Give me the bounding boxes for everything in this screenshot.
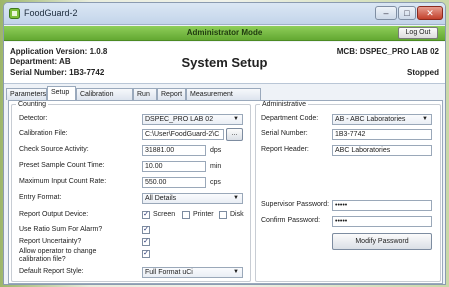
allow-change-label-2: calibration file?	[19, 256, 66, 263]
chevron-down-icon: ▼	[422, 116, 428, 122]
report-style-value: Full Format uCi	[145, 269, 193, 276]
app-window: FoodGuard-2 – □ ✕ Administrator Mode Log…	[3, 2, 446, 285]
supervisor-password-input[interactable]: •••••	[332, 200, 432, 211]
detector-value: DSPEC_PRO LAB 02	[145, 116, 214, 123]
tab-run[interactable]: Run	[133, 88, 157, 100]
window-title: FoodGuard-2	[24, 8, 78, 18]
check-source-label: Check Source Activity:	[19, 146, 89, 153]
tab-setup[interactable]: Setup	[47, 86, 76, 100]
dept-code-value: AB - ABC Laboratories	[335, 116, 406, 123]
report-device-label: Report Output Device:	[19, 211, 89, 218]
detector-label: Detector:	[19, 115, 48, 122]
max-count-rate-input[interactable]: 550.00	[142, 177, 206, 188]
close-button[interactable]: ✕	[417, 6, 443, 20]
chevron-down-icon: ▼	[233, 269, 239, 275]
report-style-label: Default Report Style:	[19, 268, 84, 275]
maximize-button[interactable]: □	[398, 6, 416, 20]
dept-code-label: Department Code:	[261, 115, 319, 122]
printer-checkbox[interactable]	[182, 211, 190, 219]
tab-report[interactable]: Report	[157, 88, 186, 100]
ratio-sum-checkbox[interactable]: ✓	[142, 226, 150, 234]
minimize-button[interactable]: –	[375, 6, 397, 20]
check-source-input[interactable]: 31881.00	[142, 145, 206, 156]
check-icon: ✓	[143, 226, 149, 233]
disk-label: Disk	[230, 211, 244, 218]
detector-dropdown[interactable]: DSPEC_PRO LAB 02 ▼	[142, 114, 243, 125]
confirm-password-label: Confirm Password:	[261, 217, 321, 224]
check-source-unit: dps	[210, 147, 222, 154]
mode-bar: Administrator Mode Log Out	[4, 26, 445, 41]
admin-serial-input[interactable]: 1B3-7742	[332, 129, 432, 140]
logout-button[interactable]: Log Out	[398, 27, 438, 39]
setup-panel: Counting Administrative Detector: DSPEC_…	[8, 100, 443, 284]
screen-checkbox[interactable]: ✓	[142, 211, 150, 219]
supervisor-password-label: Supervisor Password:	[261, 201, 330, 208]
entry-format-label: Entry Format:	[19, 194, 62, 201]
mode-title: Administrator Mode	[186, 28, 263, 37]
tab-measurement-statistics[interactable]: Measurement Statistics	[186, 88, 261, 109]
screen-label: Screen	[153, 211, 176, 218]
counting-legend: Counting	[18, 101, 47, 108]
administrative-legend: Administrative	[262, 101, 306, 108]
modify-password-button[interactable]: Modify Password	[332, 233, 432, 250]
check-icon: ✓	[143, 238, 149, 245]
entry-format-value: All Details	[145, 195, 177, 202]
report-header-label: Report Header:	[261, 146, 309, 153]
calibration-file-input[interactable]: C:\User\FoodGuard-2\C	[142, 129, 224, 140]
status-text: Stopped	[407, 68, 439, 77]
max-count-rate-unit: cps	[210, 179, 221, 186]
info-header: Application Version: 1.0.8 Department: A…	[4, 42, 445, 84]
report-header-input[interactable]: ABC Laboratories	[332, 145, 432, 156]
preset-count-label: Preset Sample Count Time:	[19, 162, 105, 169]
admin-serial-label: Serial Number:	[261, 130, 308, 137]
report-style-dropdown[interactable]: Full Format uCi ▼	[142, 267, 243, 278]
mcb-info: MCB: DSPEC_PRO LAB 02	[336, 47, 439, 56]
max-count-rate-label: Maximum Input Count Rate:	[19, 178, 107, 185]
app-icon	[9, 8, 20, 19]
ratio-sum-label: Use Ratio Sum For Alarm?	[19, 226, 103, 233]
confirm-password-input[interactable]: •••••	[332, 216, 432, 227]
page-title: System Setup	[181, 55, 268, 70]
allow-change-label-1: Allow operator to change	[19, 248, 97, 255]
tab-parameters[interactable]: Parameters	[6, 88, 47, 100]
check-icon: ✓	[143, 211, 149, 218]
entry-format-dropdown[interactable]: All Details ▼	[142, 193, 243, 204]
preset-count-input[interactable]: 10.00	[142, 161, 206, 172]
dept-code-dropdown[interactable]: AB - ABC Laboratories ▼	[332, 114, 432, 125]
calibration-file-label: Calibration File:	[19, 130, 68, 137]
uncertainty-checkbox[interactable]: ✓	[142, 238, 150, 246]
tab-strip: Parameters Setup Calibration Check Run R…	[4, 86, 445, 109]
allow-change-checkbox[interactable]: ✓	[142, 250, 150, 258]
uncertainty-label: Report Uncertainty?	[19, 238, 82, 245]
chevron-down-icon: ▼	[233, 116, 239, 122]
chevron-down-icon: ▼	[233, 195, 239, 201]
tab-calibration-check[interactable]: Calibration Check	[76, 88, 133, 109]
preset-count-unit: min	[210, 163, 222, 170]
browse-button[interactable]: ...	[226, 128, 243, 141]
title-bar[interactable]: FoodGuard-2 – □ ✕	[4, 3, 445, 25]
disk-checkbox[interactable]	[219, 211, 227, 219]
printer-label: Printer	[193, 211, 214, 218]
check-icon: ✓	[143, 250, 149, 257]
